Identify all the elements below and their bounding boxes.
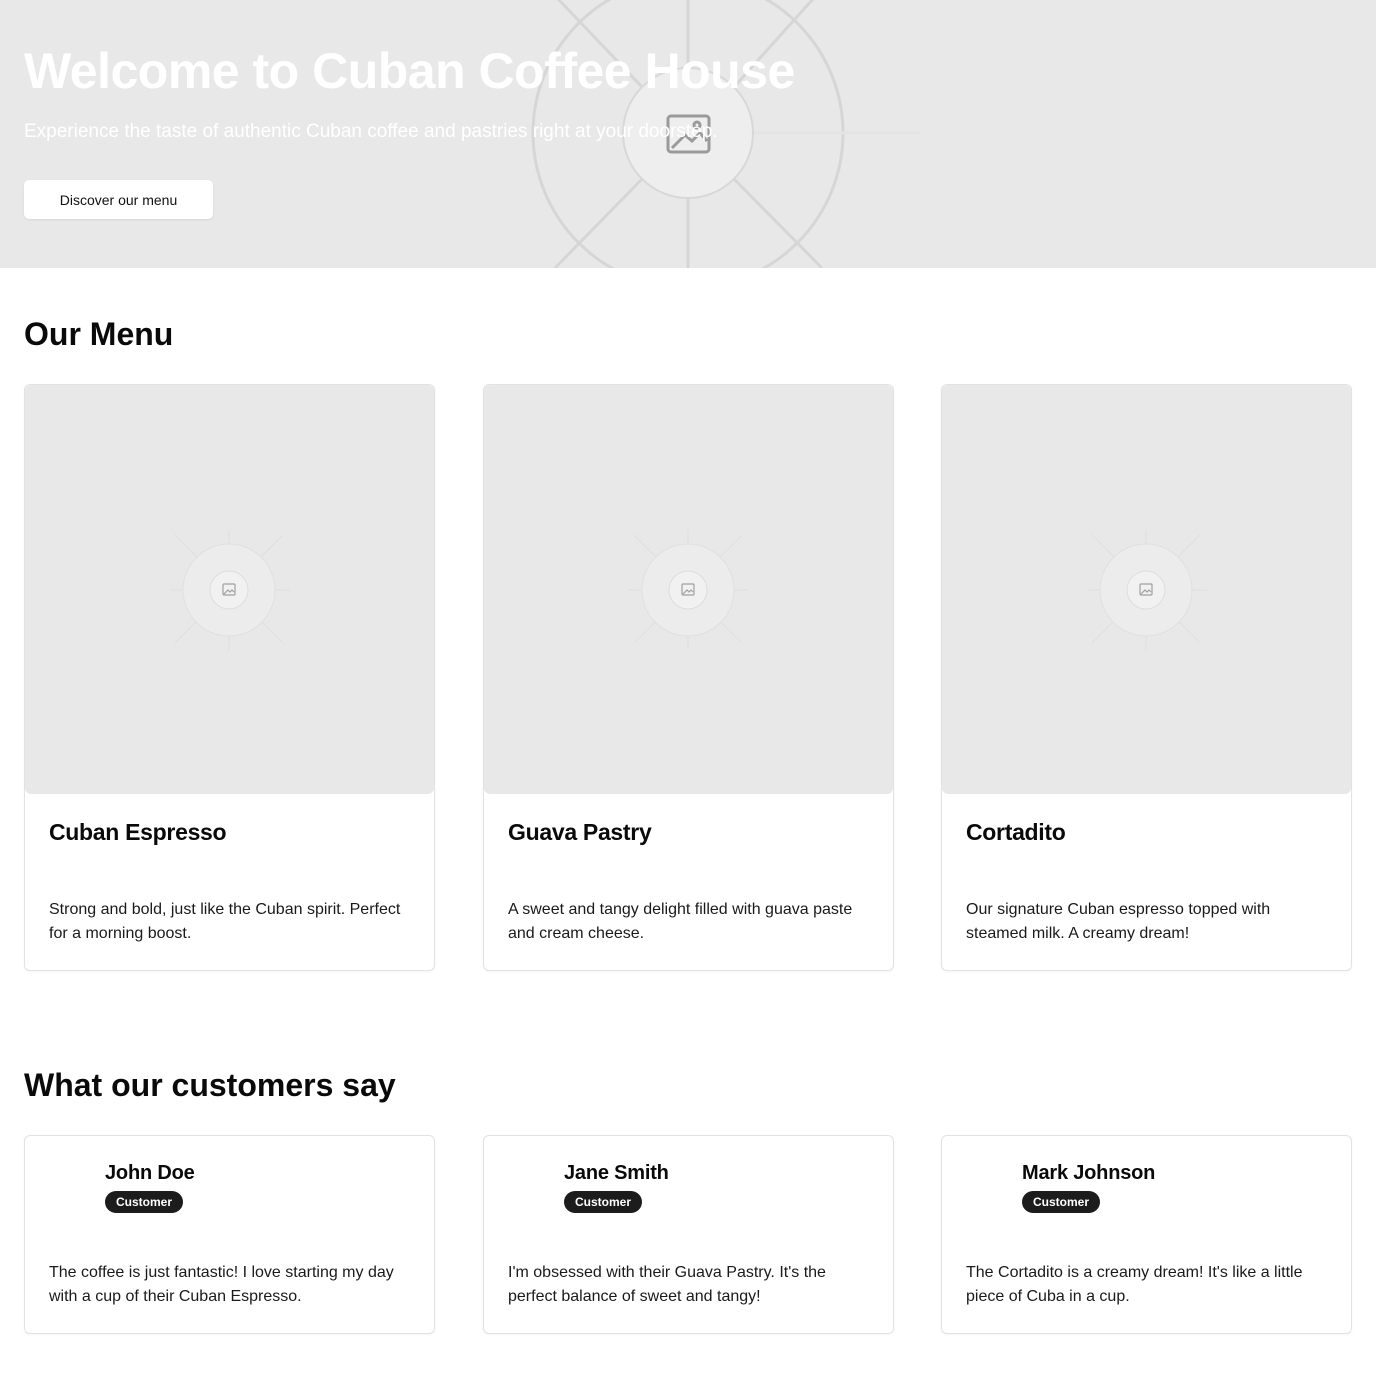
hero-subtitle: Experience the taste of authentic Cuban …	[24, 121, 718, 142]
menu-item-description: Our signature Cuban espresso topped with…	[966, 901, 1271, 942]
image-placeholder-icon	[629, 530, 749, 650]
customer-badge: Customer	[564, 1191, 643, 1213]
hero-title: Welcome to Cuban Coffee House	[24, 43, 795, 99]
testimonial-name: Jane Smith	[564, 1162, 669, 1184]
hero-section: Welcome to Cuban Coffee House Experience…	[0, 0, 1376, 268]
testimonial-card: Jane Smith Customer I'm obsessed with th…	[483, 1135, 894, 1334]
customer-badge: Customer	[105, 1191, 184, 1213]
menu-item-name: Cuban Espresso	[49, 819, 227, 845]
testimonial-name: John Doe	[105, 1162, 195, 1184]
customer-badge: Customer	[1022, 1191, 1101, 1213]
menu-section-title: Our Menu	[24, 316, 174, 352]
menu-item-description: A sweet and tangy delight filled with gu…	[508, 901, 853, 942]
image-placeholder-icon	[170, 530, 290, 650]
menu-item-name: Cortadito	[966, 819, 1066, 845]
menu-card-image	[25, 385, 434, 794]
menu-card-image	[942, 385, 1351, 794]
hero-content: Welcome to Cuban Coffee House Experience…	[24, 40, 1124, 144]
menu-item-description: Strong and bold, just like the Cuban spi…	[49, 901, 401, 942]
testimonials-section-title: What our customers say	[24, 1067, 396, 1103]
avatar	[49, 1160, 105, 1216]
image-placeholder-icon	[1087, 530, 1207, 650]
avatar	[508, 1160, 564, 1216]
menu-card[interactable]: Cuban Espresso Strong and bold, just lik…	[24, 384, 435, 971]
menu-card-image	[484, 385, 893, 794]
menu-card[interactable]: Guava Pastry A sweet and tangy delight f…	[483, 384, 894, 971]
discover-menu-button[interactable]: Discover our menu	[24, 180, 213, 219]
testimonial-quote: The coffee is just fantastic! I love sta…	[49, 1264, 394, 1305]
testimonial-quote: I'm obsessed with their Guava Pastry. It…	[508, 1264, 826, 1305]
testimonial-quote: The Cortadito is a creamy dream! It's li…	[966, 1264, 1303, 1305]
testimonial-card: Mark Johnson Customer The Cortadito is a…	[941, 1135, 1352, 1334]
menu-card[interactable]: Cortadito Our signature Cuban espresso t…	[941, 384, 1352, 971]
avatar	[966, 1160, 1022, 1216]
testimonial-name: Mark Johnson	[1022, 1162, 1156, 1184]
testimonial-card: John Doe Customer The coffee is just fan…	[24, 1135, 435, 1334]
menu-item-name: Guava Pastry	[508, 819, 652, 845]
